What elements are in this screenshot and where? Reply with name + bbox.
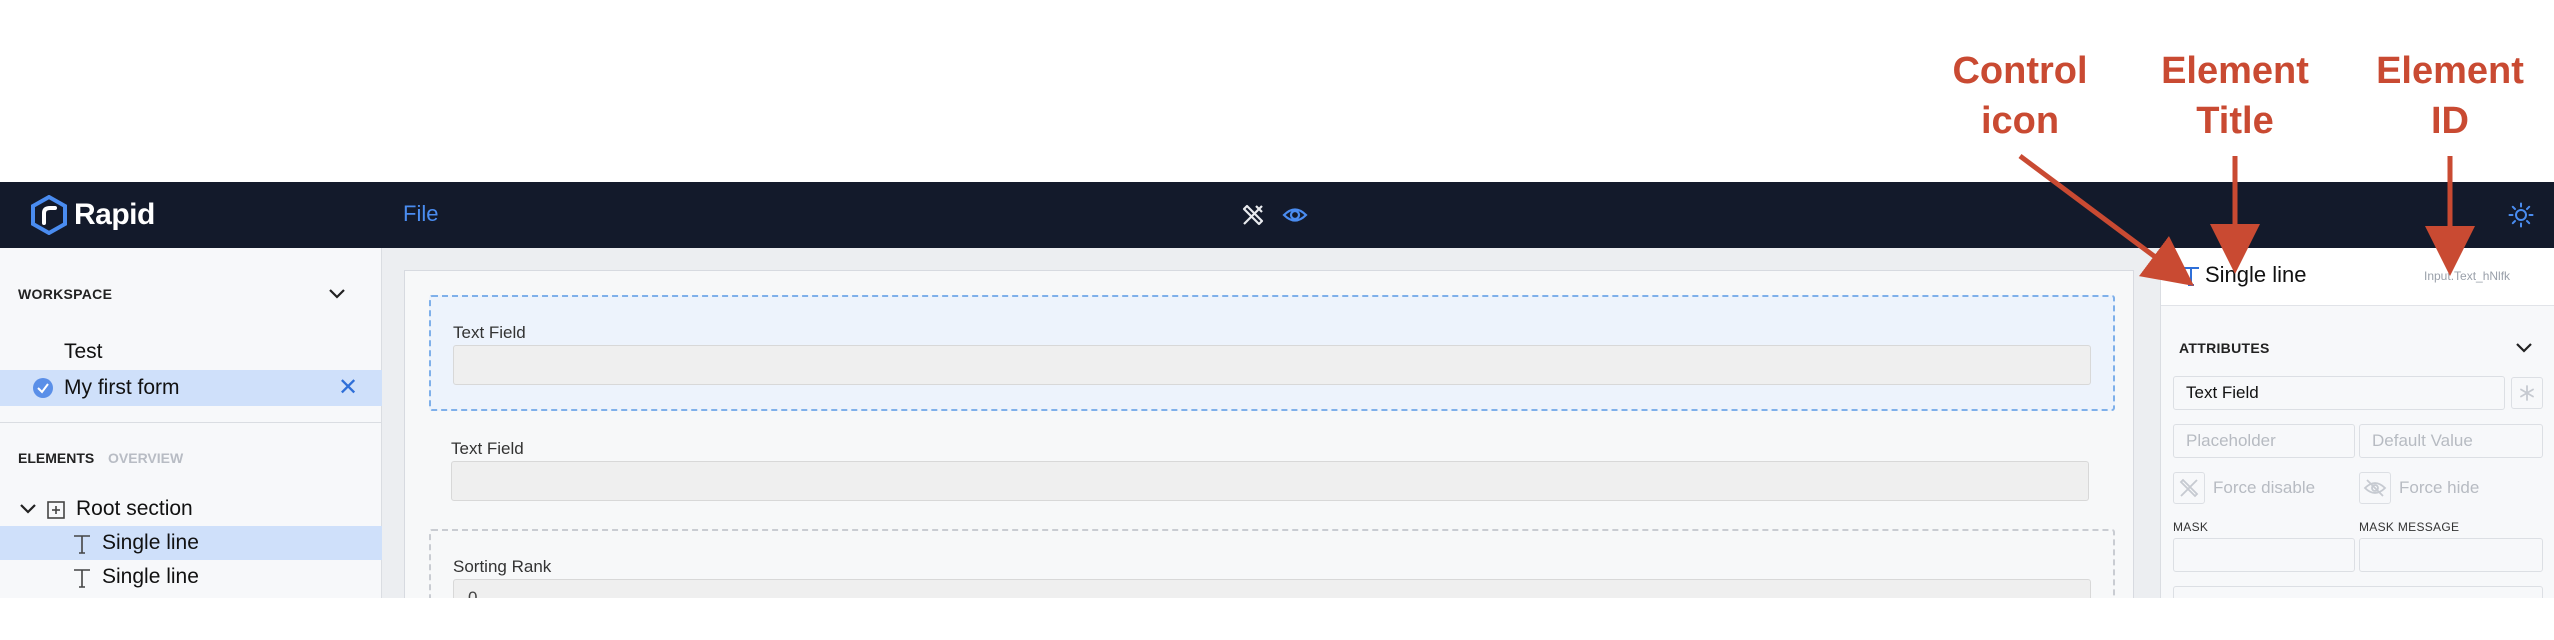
screenshot: Control icon Element Title Element ID Ra… (0, 0, 2554, 640)
workspace-item-label: My first form (64, 376, 180, 399)
form-canvas: Text Field Text Field Sorting Rank 0 (382, 248, 2160, 598)
workspace-item-label: Test (64, 340, 103, 363)
tab-elements[interactable]: ELEMENTS (18, 450, 94, 466)
chevron-down-icon[interactable] (326, 286, 348, 302)
tree-item-single-line[interactable]: Single line (0, 526, 382, 560)
label-input[interactable]: Text Field (2173, 376, 2505, 410)
sidebar-divider (0, 422, 382, 423)
tab-overview[interactable]: OVERVIEW (108, 450, 183, 466)
annotation-line-2: icon (1980, 100, 2060, 142)
text-input[interactable] (451, 461, 2089, 501)
force-disable-button[interactable] (2173, 472, 2205, 504)
placeholder-input[interactable]: Placeholder (2173, 424, 2355, 458)
mode-switch (1240, 202, 1308, 228)
required-toggle-button[interactable] (2511, 377, 2543, 409)
field-label: Sorting Rank (453, 557, 552, 576)
workspace-item-my-first-form[interactable]: My first form ✕ (0, 370, 382, 406)
text-input[interactable] (453, 345, 2091, 385)
text-icon (2183, 267, 2199, 286)
tree-item-label: Single line (102, 565, 199, 588)
element-id: Input.Text_hNlfk (2424, 269, 2511, 283)
workspace-item-test[interactable]: Test (0, 334, 382, 370)
theme-toggle[interactable] (2508, 202, 2534, 233)
design-tools-icon[interactable] (1240, 202, 1266, 228)
form-field-text[interactable]: Text Field (429, 413, 2115, 529)
eye-off-icon (2363, 479, 2387, 497)
form-field-text-selected[interactable]: Text Field (429, 295, 2115, 411)
app-logo-text: Rapid (74, 198, 155, 231)
asterisk-icon (2520, 385, 2534, 401)
disable-tools-icon (2179, 478, 2199, 498)
tree-item-root-section[interactable]: Root section (0, 492, 382, 526)
force-disable-label: Force disable (2213, 478, 2316, 497)
rapid-logo-icon (31, 195, 67, 235)
tree-item-label: Single line (102, 531, 199, 554)
element-title: Single line (2205, 262, 2307, 287)
properties-panel: Single line Input.Text_hNlfk ATTRIBUTES … (2160, 248, 2554, 598)
panel-header: Single line Input.Text_hNlfk (2161, 248, 2554, 306)
section-icon (47, 501, 65, 519)
annotation-element-title: Element Title (2135, 46, 2335, 146)
mask-input[interactable] (2173, 538, 2355, 572)
app-logo[interactable]: Rapid (30, 195, 155, 235)
workspace-header: WORKSPACE (18, 286, 113, 302)
chevron-down-icon[interactable] (18, 501, 38, 517)
force-hide-button[interactable] (2359, 472, 2391, 504)
next-field-input[interactable] (2173, 586, 2543, 598)
force-hide-label: Force hide (2399, 478, 2480, 497)
text-icon (74, 569, 90, 588)
check-circle-icon (33, 378, 53, 398)
menu-file[interactable]: File (403, 201, 438, 227)
close-icon[interactable]: ✕ (338, 376, 358, 400)
mask-message-input[interactable] (2359, 538, 2543, 572)
annotation-line-1: Control (1952, 50, 2088, 92)
app-window: Rapid File WORKSPACE Test My first form … (0, 182, 2554, 598)
annotation-element-id: Element ID (2350, 46, 2550, 146)
annotation-line-1: Element (2161, 50, 2309, 92)
annotation-line-1: Element (2376, 50, 2524, 92)
annotation-line-2: ID (2431, 100, 2469, 142)
sun-icon (2508, 202, 2534, 228)
mask-message-label: MASK MESSAGE (2359, 520, 2460, 534)
form-preview: Text Field Text Field Sorting Rank 0 (404, 270, 2134, 598)
tree-item-label: Root section (76, 497, 193, 520)
tree-item-single-line[interactable]: Single line (0, 560, 382, 594)
number-input[interactable]: 0 (453, 579, 2091, 598)
form-field-sorting-rank[interactable]: Sorting Rank 0 (429, 529, 2115, 598)
top-bar: Rapid File (0, 182, 2554, 248)
attributes-header: ATTRIBUTES (2179, 340, 2270, 356)
mask-label: MASK (2173, 520, 2209, 534)
field-label: Text Field (451, 439, 524, 458)
preview-eye-icon[interactable] (1282, 202, 1308, 228)
left-sidebar: WORKSPACE Test My first form ✕ ELEMENTS … (0, 248, 382, 598)
text-icon (74, 535, 90, 554)
annotation-control-icon: Control icon (1920, 46, 2120, 146)
annotation-line-2: Title (2196, 100, 2274, 142)
chevron-down-icon[interactable] (2513, 340, 2535, 356)
default-value-input[interactable]: Default Value (2359, 424, 2543, 458)
field-label: Text Field (453, 323, 526, 342)
